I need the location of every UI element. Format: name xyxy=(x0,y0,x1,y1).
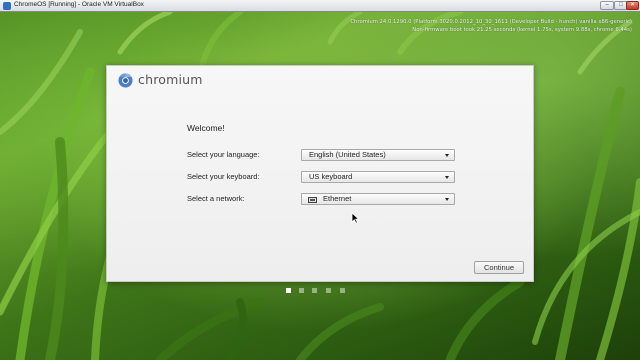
mouse-pointer-icon xyxy=(351,212,360,224)
oobe-welcome-card: chromium Welcome! Select your language: … xyxy=(106,65,534,282)
keyboard-value: US keyboard xyxy=(309,172,353,181)
step-dot-1 xyxy=(286,288,291,293)
step-dot-4 xyxy=(326,288,331,293)
boot-time-line: Non-firmware boot took 21.25 seconds (ke… xyxy=(412,27,632,33)
boot-info: Chromium 24.0.1290.0 (Platform 3020.0.20… xyxy=(350,18,632,34)
step-dot-2 xyxy=(299,288,304,293)
network-label: Select a network: xyxy=(187,194,245,203)
brand-wordmark: chromium xyxy=(138,72,203,87)
window-title: ChromeOS [Running] - Oracle VM VirtualBo… xyxy=(14,1,144,8)
language-select[interactable]: English (United States) xyxy=(301,149,455,161)
chromium-logo-icon xyxy=(118,73,133,88)
step-dot-3 xyxy=(312,288,317,293)
chevron-down-icon xyxy=(445,198,449,201)
step-dot-5 xyxy=(340,288,345,293)
virtualbox-app-icon xyxy=(3,2,11,10)
chevron-down-icon xyxy=(445,154,449,157)
keyboard-select[interactable]: US keyboard xyxy=(301,171,455,183)
language-label: Select your language: xyxy=(187,150,260,159)
version-line: Chromium 24.0.1290.0 (Platform 3020.0.20… xyxy=(350,19,632,25)
minimize-button[interactable]: – xyxy=(600,1,614,10)
virtualbox-titlebar: ChromeOS [Running] - Oracle VM VirtualBo… xyxy=(0,0,640,12)
chevron-down-icon xyxy=(445,176,449,179)
continue-button[interactable]: Continue xyxy=(474,261,524,274)
close-button[interactable]: ✕ xyxy=(626,1,639,10)
ethernet-icon xyxy=(308,196,317,203)
network-value: Ethernet xyxy=(323,194,352,203)
welcome-heading: Welcome! xyxy=(187,123,225,133)
language-value: English (United States) xyxy=(309,150,386,159)
network-select[interactable]: Ethernet xyxy=(301,193,455,205)
keyboard-label: Select your keyboard: xyxy=(187,172,260,181)
